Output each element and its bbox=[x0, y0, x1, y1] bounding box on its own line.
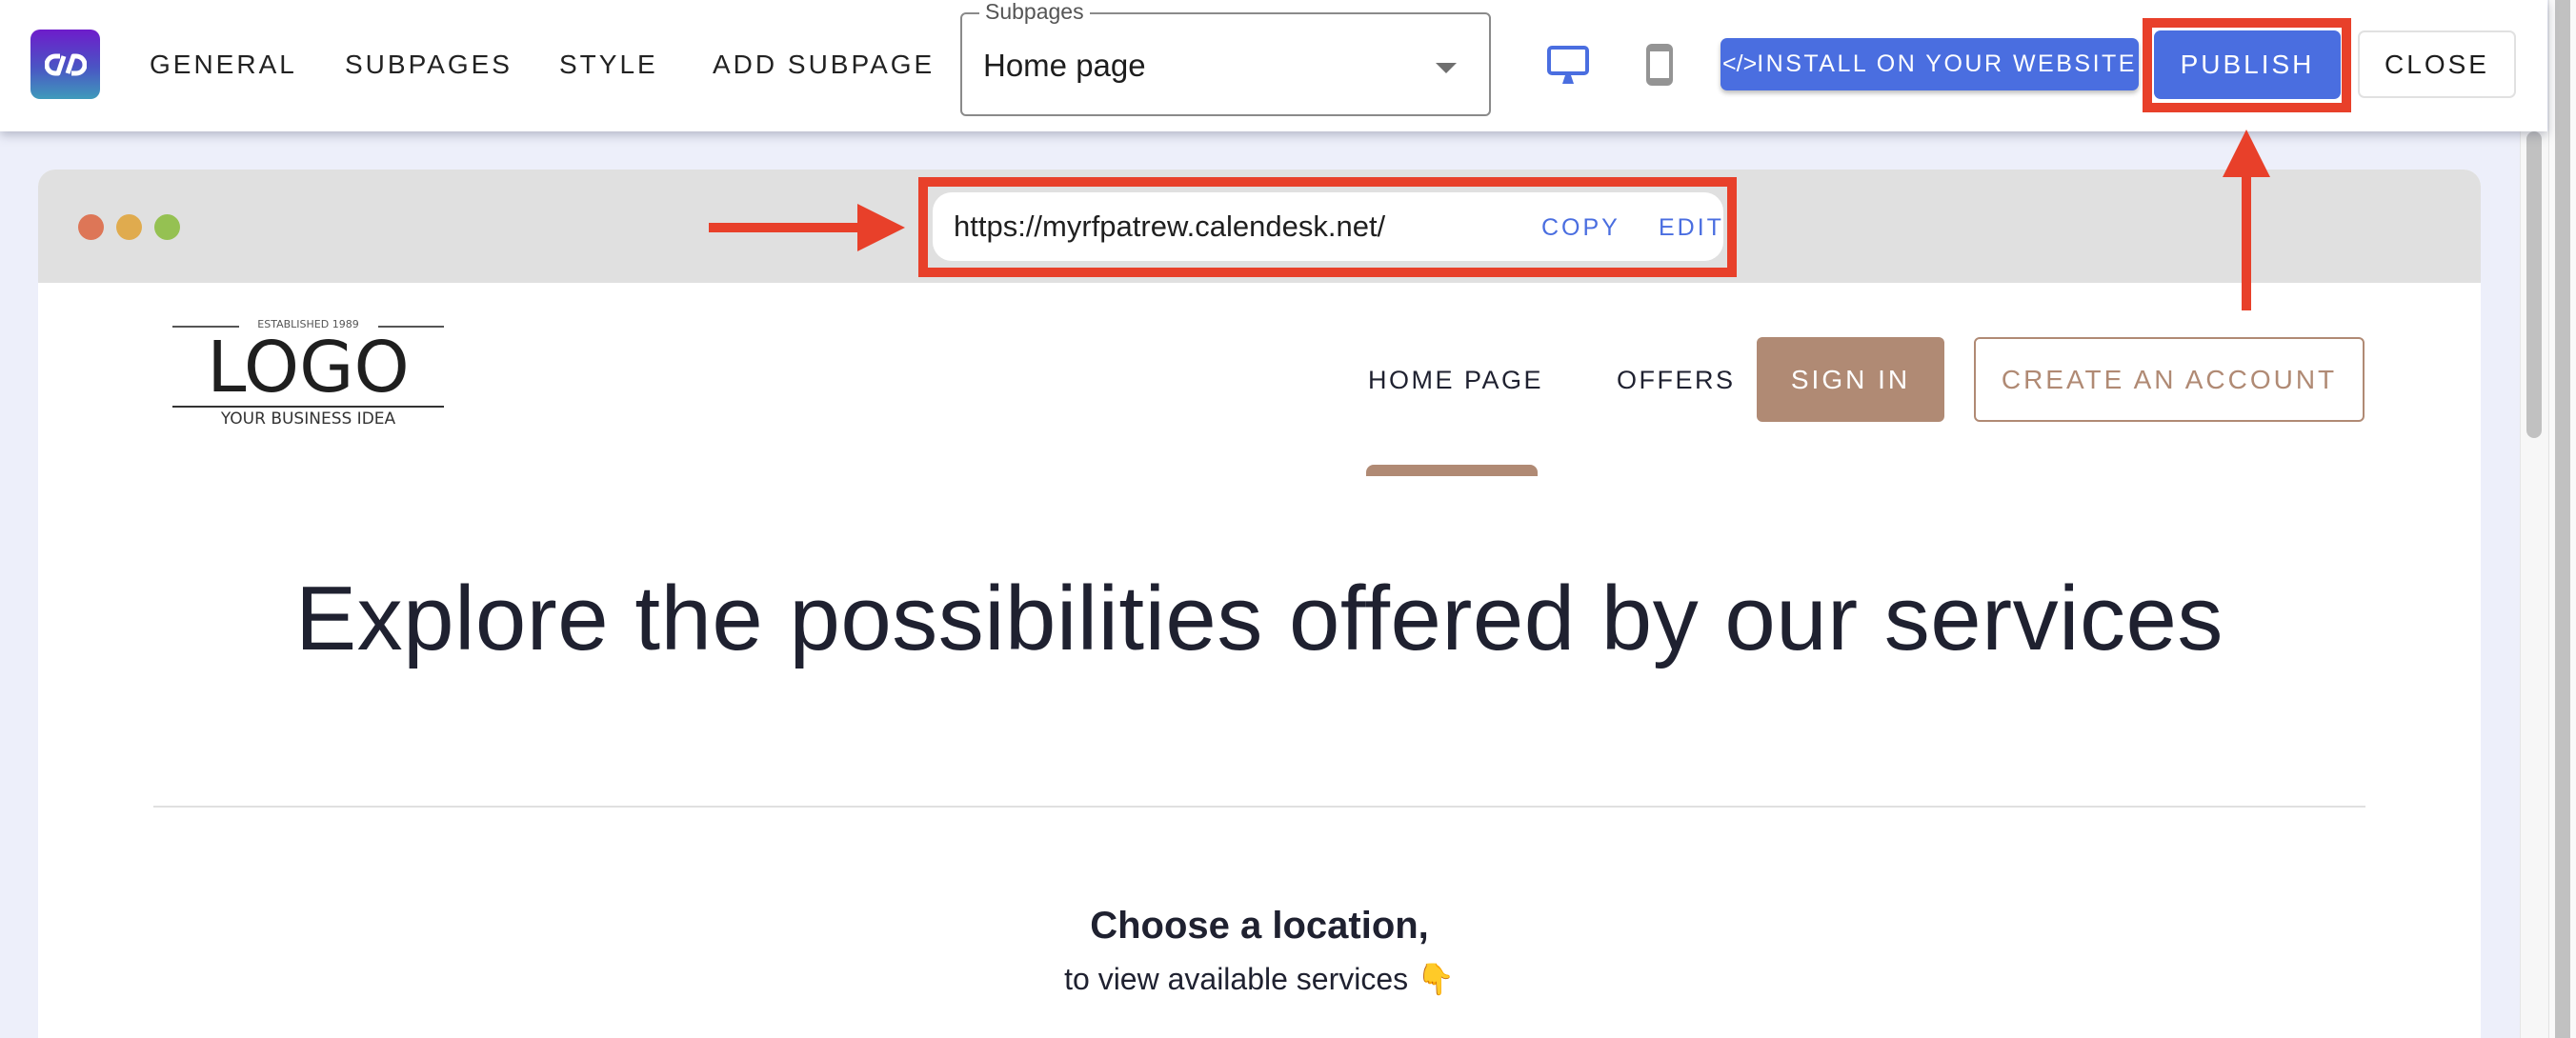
tab-subpages[interactable]: SUBPAGES bbox=[345, 48, 513, 82]
window-minimize-dot bbox=[116, 214, 142, 240]
url-bar: https://myrfpatrew.calendesk.net/ COPY E… bbox=[933, 192, 1723, 261]
logo-tagline: YOUR BUSINESS IDEA bbox=[220, 409, 396, 429]
window-maximize-dot bbox=[154, 214, 180, 240]
location-subtitle: to view available services 👇 bbox=[1064, 962, 1455, 996]
hero-title: Explore the possibilities offered by our… bbox=[295, 568, 2224, 669]
subpage-select-value: Home page bbox=[983, 48, 1146, 83]
link-icon bbox=[44, 53, 87, 75]
preview-scrollbar-thumb[interactable] bbox=[2526, 131, 2542, 438]
install-on-website-button[interactable]: </> INSTALL ON YOUR WEBSITE bbox=[1721, 38, 2139, 90]
desktop-icon bbox=[1547, 46, 1589, 84]
chevron-down-icon bbox=[1436, 63, 1457, 73]
window-close-dot bbox=[78, 214, 104, 240]
desktop-view-button[interactable] bbox=[1547, 46, 1589, 89]
tab-style[interactable]: STYLE bbox=[559, 48, 658, 82]
tab-general[interactable]: GENERAL bbox=[150, 48, 297, 82]
preview-browser-toolbar: https://myrfpatrew.calendesk.net/ COPY E… bbox=[38, 170, 2481, 283]
close-button[interactable]: CLOSE bbox=[2358, 30, 2516, 98]
arrow-right-annotation bbox=[709, 204, 905, 251]
site-url: https://myrfpatrew.calendesk.net/ bbox=[954, 210, 1386, 243]
page-scrollbar-thumb[interactable] bbox=[2555, 0, 2570, 1038]
mobile-icon bbox=[1646, 44, 1673, 86]
subpage-select[interactable]: Subpages Home page bbox=[960, 0, 1491, 116]
create-account-button[interactable]: CREATE AN ACCOUNT bbox=[1974, 337, 2365, 422]
arrow-up-annotation bbox=[2223, 130, 2270, 310]
logo-line-bottom bbox=[172, 406, 444, 408]
edit-url-button[interactable]: EDIT bbox=[1659, 213, 1724, 242]
sign-in-button[interactable]: SIGN IN bbox=[1757, 337, 1944, 422]
editor-header: GENERAL SUBPAGES STYLE ADD SUBPAGE Subpa… bbox=[0, 0, 2547, 131]
website-preview-frame: https://myrfpatrew.calendesk.net/ COPY E… bbox=[38, 170, 2481, 1038]
install-button-label: INSTALL ON YOUR WEBSITE bbox=[1757, 50, 2137, 77]
copy-url-button[interactable]: COPY bbox=[1541, 213, 1620, 242]
subpage-select-label: Subpages bbox=[979, 0, 1090, 24]
publish-button[interactable]: PUBLISH bbox=[2154, 30, 2341, 99]
site-logo[interactable]: ESTABLISHED 1989 LOGO YOUR BUSINESS IDEA bbox=[172, 301, 444, 429]
tab-add-subpage[interactable]: ADD SUBPAGE bbox=[713, 48, 935, 82]
logo-name: LOGO bbox=[207, 327, 410, 409]
site-nav-offers[interactable]: OFFERS bbox=[1617, 364, 1736, 396]
active-nav-indicator bbox=[1366, 465, 1538, 476]
section-divider bbox=[153, 806, 2365, 808]
code-icon: </> bbox=[1722, 50, 1758, 77]
app-logo[interactable] bbox=[30, 30, 100, 99]
site-nav-home-page[interactable]: HOME PAGE bbox=[1368, 364, 1543, 396]
location-title: Choose a location, bbox=[1090, 905, 1429, 947]
mobile-view-button[interactable] bbox=[1646, 44, 1673, 90]
